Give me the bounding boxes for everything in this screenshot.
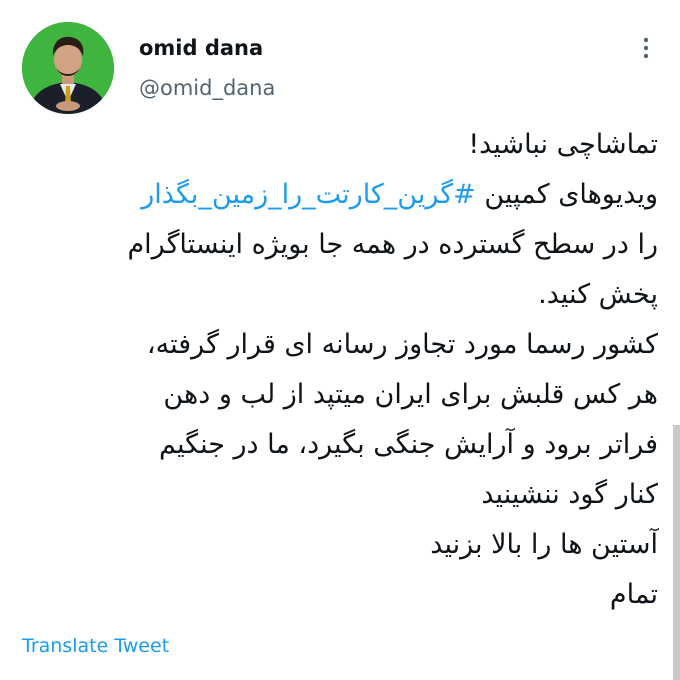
author-avatar[interactable] (22, 22, 114, 114)
hashtag-link[interactable]: #گرین_کارتت_را_زمین_بگذار (141, 179, 475, 210)
tweet-card: omid dana @omid_dana تماشاچی نباشید! وید… (0, 0, 680, 680)
tweet-text: تماشاچی نباشید! ویدیوهای کمپین #گرین_کار… (22, 120, 658, 620)
tweet-line: آستین ها را بالا بزنید (430, 529, 658, 560)
author-display-name[interactable]: omid dana (139, 36, 263, 60)
tweet-line: را در سطح گسترده در همه جا بویژه اینستاگ… (127, 229, 658, 260)
translate-tweet-link[interactable]: Translate Tweet (22, 635, 169, 657)
author-handle[interactable]: @omid_dana (139, 76, 275, 100)
vertical-ellipsis-icon (643, 37, 649, 59)
tweet-line: تمام (609, 579, 658, 610)
tweet-line: پخش کنید. (538, 279, 658, 310)
tweet-line: فراتر برود و آرایش جنگی بگیرد، ما در جنگ… (159, 429, 658, 460)
tweet-line: تماشاچی نباشید! (468, 129, 658, 160)
tweet-line-text: ویدیوهای کمپین (475, 179, 658, 210)
tweet-line: کنار گود ننشینید (481, 479, 658, 510)
more-options-icon[interactable] (634, 34, 658, 64)
tweet-line: ویدیوهای کمپین #گرین_کارتت_را_زمین_بگذار (22, 170, 658, 220)
avatar-photo (22, 22, 114, 114)
tweet-line: کشور رسما مورد تجاوز رسانه ای قرار گرفته… (146, 329, 658, 360)
scrollbar[interactable] (673, 425, 680, 680)
tweet-line: هر کس قلبش برای ایران میتپد از لب و دهن (163, 379, 658, 410)
